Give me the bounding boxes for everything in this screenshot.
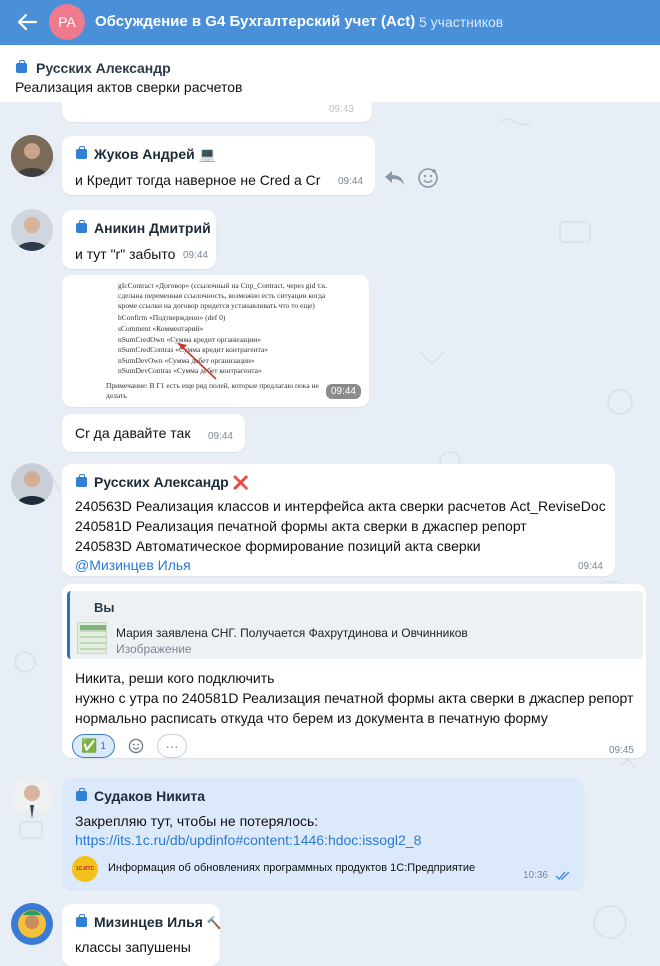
avatar[interactable] (11, 903, 53, 945)
message-text-line: нормально расписать откуда что берем из … (75, 710, 548, 726)
message-time: 09:44 (207, 431, 233, 442)
message-bubble[interactable]: Мизинцев Илья 🔨 классы запушены (62, 904, 222, 966)
reply-kind: Изображение (116, 642, 192, 656)
message-author[interactable]: Мизинцев Илья 🔨 (76, 914, 222, 930)
briefcase-icon (16, 60, 27, 73)
spreadsheet-thumbnail-icon (80, 625, 106, 650)
chat-header: РА Обсуждение в G4 Бухгалтерский учет (A… (0, 0, 660, 45)
reply-author: Вы (94, 600, 115, 615)
briefcase-icon (76, 220, 87, 234)
message-text: и тут "r" забыто (75, 246, 176, 262)
person-photo-icon (11, 777, 53, 819)
message-time: 09:43 (328, 104, 354, 115)
check-mark-emoji: ✅ (81, 738, 98, 753)
link-preview[interactable]: 1С:ИТС Информация об обновлениях програм… (72, 856, 522, 882)
message-time: 10:36 (522, 870, 548, 881)
message-text: классы запушены (75, 939, 191, 955)
message-bubble[interactable]: Судаков Никита Закрепляю тут, чтобы не п… (62, 778, 584, 889)
hammer-emoji: 🔨 (206, 916, 222, 930)
smile-icon (418, 168, 438, 188)
briefcase-icon (76, 474, 87, 488)
message-author[interactable]: Русских Александр ❌ (76, 474, 249, 491)
message-author[interactable]: Аникин Дмитрий (76, 220, 211, 236)
message-time: 09:45 (608, 745, 634, 756)
avatar[interactable] (11, 463, 53, 505)
briefcase-icon (76, 914, 87, 928)
cross-mark-emoji: ❌ (232, 475, 249, 490)
image-message[interactable]: gIcContract «Договор» (ссылочный на Спр_… (62, 275, 369, 407)
message-bubble[interactable]: Cr да давайте так 09:44 (62, 414, 245, 452)
message-text-line: 240581D Реализация печатной формы акта с… (75, 518, 527, 534)
person-photo-icon (11, 463, 53, 505)
pinned-text: Реализация актов сверки расчетов (15, 79, 243, 95)
reply-thumbnail (77, 622, 107, 654)
add-reaction-button[interactable] (414, 164, 442, 192)
message-author[interactable]: Жуков Андрей 💻 (76, 146, 216, 163)
message-text-line: нужно с утра по 240581D Реализация печат… (75, 690, 634, 706)
message-text-line: Никита, реши кого подключить (75, 670, 275, 686)
message-text: Закрепляю тут, чтобы не потерялось: (75, 813, 319, 829)
message-time: 09:44 (577, 561, 603, 572)
mention-link[interactable]: @Мизинцев Илья (75, 555, 191, 575)
person-photo-icon (11, 209, 53, 251)
reaction-chip[interactable]: ✅ 1 (72, 734, 115, 758)
pinned-author: Русских Александр (36, 60, 171, 76)
reply-button[interactable] (380, 164, 408, 192)
message-bubble[interactable]: Русских Александр ❌ 240563D Реализация к… (62, 464, 615, 576)
chat-title[interactable]: Обсуждение в G4 Бухгалтерский учет (Act) (95, 13, 415, 30)
message-bubble[interactable]: Аникин Дмитрий и тут "r" забыто 09:44 (62, 210, 216, 269)
avatar[interactable] (11, 135, 53, 177)
image-time: 09:44 (325, 384, 361, 399)
reply-quote[interactable]: Вы Мария заявлена СНГ. Получается Фахрут… (67, 591, 643, 659)
message-author[interactable]: Судаков Никита (76, 788, 205, 804)
url-link[interactable]: https://its.1c.ru/db/updinfo#content:144… (75, 830, 421, 850)
person-photo-icon (11, 135, 53, 177)
message-bubble[interactable]: Жуков Андрей 💻 и Кредит тогда наверное н… (62, 136, 375, 195)
reply-icon (385, 171, 404, 185)
attached-image[interactable]: gIcContract «Договор» (ссылочный на Спр_… (66, 279, 365, 403)
laptop-emoji: 💻 (198, 146, 217, 162)
red-arrow-annotation (177, 342, 217, 380)
back-button[interactable] (14, 10, 40, 34)
message-time: 09:44 (337, 176, 363, 187)
message-text-line: 240563D Реализация классов и интерфейса … (75, 498, 606, 514)
briefcase-icon (76, 788, 87, 802)
reply-text: Мария заявлена СНГ. Получается Фахрутдин… (116, 626, 468, 640)
message-text: и Кредит тогда наверное не Cred а Cr (75, 172, 321, 188)
message-text-line: 240583D Автоматическое формирование пози… (75, 538, 481, 554)
pinned-message[interactable]: Русских Александр Реализация актов сверк… (0, 45, 660, 102)
more-actions-button[interactable]: ··· (157, 734, 187, 758)
message-bubble[interactable]: Вы Мария заявлена СНГ. Получается Фахрут… (62, 584, 646, 758)
its-logo: 1С:ИТС (72, 856, 98, 882)
add-reaction-button[interactable] (121, 734, 151, 758)
member-count[interactable]: 5 участников (419, 14, 503, 30)
briefcase-icon (76, 146, 87, 160)
message-text: Cr да давайте так (75, 425, 191, 441)
avatar[interactable] (11, 777, 53, 819)
avatar[interactable] (11, 209, 53, 251)
smile-icon (128, 738, 144, 754)
chat-avatar[interactable]: РА (49, 4, 85, 40)
double-check-read-icon (555, 871, 570, 881)
person-photo-icon (11, 903, 53, 945)
message-time: 09:44 (182, 250, 208, 261)
arrow-left-icon (17, 13, 37, 31)
message-feed[interactable]: 09:43 Жуков Андрей 💻 и Кредит тогда наве… (0, 102, 660, 966)
link-preview-title: Информация об обновлениях программных пр… (108, 862, 476, 874)
reaction-count: 1 (100, 740, 106, 752)
message-bubble-peek[interactable]: 09:43 (62, 102, 372, 122)
